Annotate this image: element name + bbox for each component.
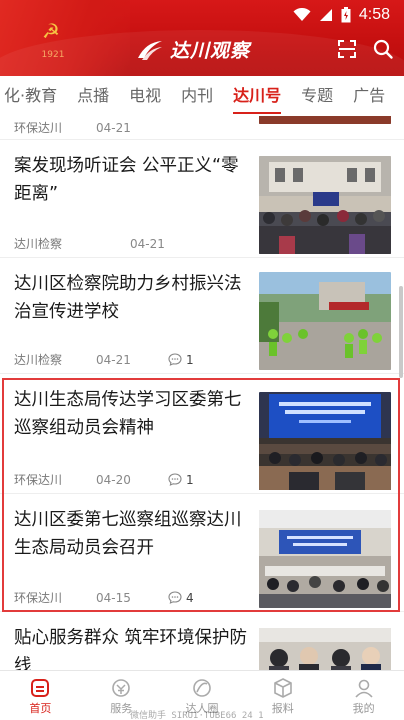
- news-thumbnail: [259, 272, 391, 370]
- tab-tv[interactable]: 电视: [119, 76, 171, 116]
- news-thumbnail: [259, 116, 391, 124]
- news-item[interactable]: 贴心服务群众 筑牢环境保护防线: [0, 612, 404, 670]
- comment-number: 1: [186, 352, 194, 367]
- app-header: ☭ 1921 4:58 达川观察: [0, 0, 404, 76]
- home-icon: [31, 679, 50, 697]
- watermark-text: 微信助手 SIRUI·TUBE66 24 1: [130, 711, 264, 720]
- comment-count[interactable]: 1: [168, 353, 194, 367]
- news-title: 案发现场听证会 公平正义“零距离”: [14, 156, 239, 204]
- nav-service-label: 服务: [110, 702, 133, 715]
- party-emblem-icon: ☭: [42, 19, 60, 43]
- tab-ads[interactable]: 广告: [343, 76, 395, 116]
- app-logo: 达川观察: [136, 36, 250, 63]
- selection-highlight: [2, 378, 400, 612]
- tab-dachuan-hao[interactable]: 达川号: [223, 76, 291, 116]
- news-item[interactable]: 达川区检察院助力乡村振兴法治宣传进学校 达川检察 04-21 1: [0, 258, 404, 374]
- comment-icon: [168, 353, 182, 366]
- news-list: 环保达川 04-21 案发现场听证会 公平正义“零距离” 达川检察 04-21: [0, 116, 404, 670]
- battery-icon: [341, 7, 351, 23]
- nav-mine-label: 我的: [352, 702, 375, 715]
- news-source: 达川检察: [14, 237, 63, 251]
- news-date: 04-21: [96, 120, 131, 135]
- category-tabs: 化·教育 点播 电视 内刊 达川号 专题 广告: [0, 76, 404, 116]
- news-item[interactable]: 环保达川 04-21: [0, 116, 404, 140]
- scan-icon[interactable]: [336, 38, 358, 60]
- news-source: 达川检察: [14, 353, 63, 367]
- wifi-icon: [293, 8, 311, 21]
- nav-mine[interactable]: 我的: [323, 671, 404, 720]
- news-title: 达川区检察院助力乡村振兴法治宣传进学校: [14, 274, 242, 322]
- news-meta: 达川检察 04-21 1: [14, 351, 194, 368]
- news-meta: 环保达川 04-21: [14, 119, 136, 136]
- news-thumbnail: [259, 156, 391, 254]
- scrollbar[interactable]: [399, 286, 403, 378]
- news-thumbnail: [259, 628, 391, 670]
- news-source: 环保达川: [14, 121, 63, 135]
- tab-culture-education[interactable]: 化·教育: [0, 76, 67, 116]
- tab-special[interactable]: 专题: [291, 76, 343, 116]
- circle-icon: [193, 679, 211, 697]
- logo-swoosh-icon: [138, 40, 162, 60]
- tab-vod[interactable]: 点播: [67, 76, 119, 116]
- signal-icon: [319, 9, 332, 21]
- profile-icon: [354, 679, 373, 698]
- service-icon: [112, 679, 130, 697]
- news-date: 04-21: [130, 236, 165, 251]
- emblem-caption: 1921: [41, 50, 65, 60]
- news-date: 04-21: [96, 352, 131, 367]
- news-title: 贴心服务群众 筑牢环境保护防线: [14, 628, 248, 670]
- news-item[interactable]: 案发现场听证会 公平正义“零距离” 达川检察 04-21: [0, 140, 404, 258]
- logo-text: 达川观察: [170, 40, 251, 62]
- search-icon[interactable]: [372, 38, 394, 60]
- report-icon: [273, 678, 292, 698]
- status-bar: 4:58: [293, 4, 390, 26]
- nav-home[interactable]: 首页: [0, 671, 81, 720]
- clock: 4:58: [358, 6, 390, 23]
- tab-journal[interactable]: 内刊: [171, 76, 223, 116]
- nav-home-label: 首页: [29, 702, 52, 715]
- nav-report-label: 报料: [271, 702, 294, 715]
- news-meta: 达川检察 04-21: [14, 235, 170, 252]
